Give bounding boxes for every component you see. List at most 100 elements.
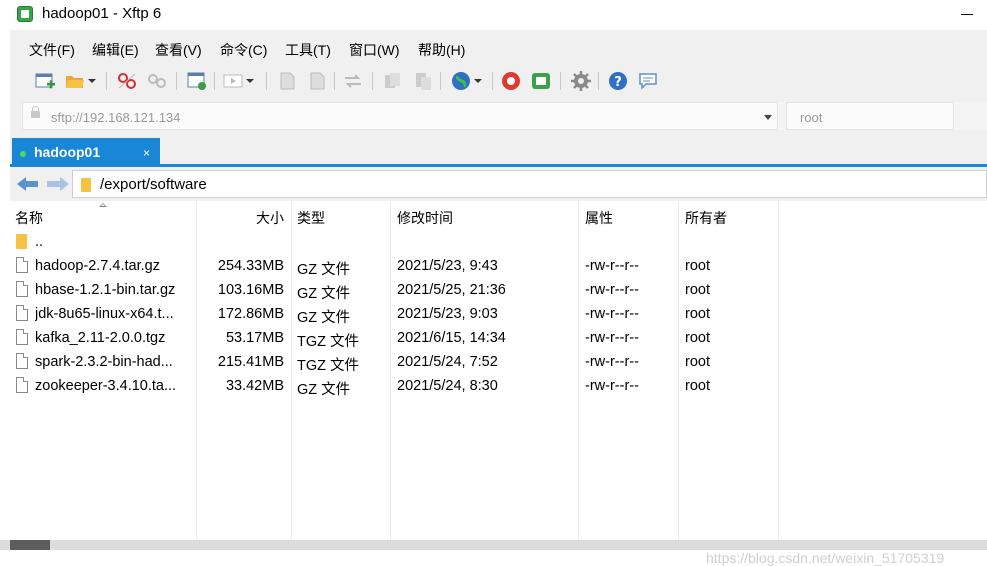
lock-icon [31,106,40,118]
file-type: GZ 文件 [297,310,351,326]
toolbar-separator [492,72,493,90]
column-header-modified[interactable]: 修改时间 [397,208,453,228]
file-modified: 2021/5/25, 21:36 [397,282,506,298]
status-bar [0,540,987,550]
back-arrow-icon[interactable] [17,177,39,191]
file-owner: root [685,378,710,394]
username-input[interactable]: root [786,102,954,130]
file-icon [16,353,28,369]
sync-icon[interactable] [342,70,364,92]
watermark-text: https://blog.csdn.net/weixin_51705319 [706,550,945,566]
file-row[interactable]: kafka_2.11-2.0.0.tgz 53.17MB TGZ 文件 2021/6/… [10,326,987,350]
file-row[interactable]: .. [10,230,987,254]
close-icon[interactable]: × [143,146,150,160]
file-attributes: -rw-r--r-- [585,354,639,370]
minimize-button[interactable] [955,0,987,30]
file-modified: 2021/5/23, 9:43 [397,258,498,274]
file-icon [16,305,28,321]
forward-arrow-icon[interactable] [47,177,69,191]
file-modified: 2021/5/24, 8:30 [397,378,498,394]
file-name: .. [35,234,44,250]
menu-help[interactable]: 帮助(H) [418,40,465,60]
username-text: root [800,110,823,125]
file-row[interactable]: zookeeper-3.4.10.ta... 33.42MB GZ 文件 2021/5… [10,374,987,398]
file-size: 172.86MB [217,306,284,322]
upload-icon[interactable] [276,70,298,92]
file-attributes: -rw-r--r-- [585,306,639,322]
menu-file[interactable]: 文件(F) [29,40,75,60]
file-size: 33.42MB [225,378,284,394]
file-modified: 2021/6/15, 14:34 [397,330,506,346]
column-header-name[interactable]: 名称 [15,208,43,228]
session-tabs: hadoop01 × [10,135,987,167]
connection-status-icon [20,151,26,157]
toolbar-separator [176,72,177,90]
sort-ascending-icon [99,203,107,208]
file-size: 254.33MB [217,258,284,274]
tab-hadoop01[interactable]: hadoop01 × [12,138,160,167]
file-type: TGZ 文件 [297,334,360,350]
properties-icon[interactable] [186,70,208,92]
toolbar-separator [214,72,215,90]
transfer-icon[interactable] [222,70,254,92]
file-size: 53.17MB [225,330,284,346]
file-row[interactable]: hadoop-2.7.4.tar.gz 254.33MB GZ 文件 2021/5/2… [10,254,987,278]
file-owner: root [685,258,710,274]
copy-icon[interactable] [382,70,404,92]
paste-icon[interactable] [412,70,434,92]
column-header-type[interactable]: 类型 [297,208,325,228]
file-attributes: -rw-r--r-- [585,378,639,394]
file-owner: root [685,306,710,322]
new-session-icon[interactable] [34,70,56,92]
file-owner: root [685,282,710,298]
menu-tools[interactable]: 工具(T) [285,40,331,60]
folder-icon [81,178,91,192]
xshell-icon[interactable] [500,70,522,92]
tab-label: hadoop01 [34,144,101,160]
gear-icon[interactable] [570,70,592,92]
file-owner: root [685,330,710,346]
file-icon [16,329,28,345]
file-row[interactable]: jdk-8u65-linux-x64.t... 172.86MB GZ 文件 2021… [10,302,987,326]
column-header-attributes[interactable]: 属性 [585,208,613,228]
host-address-text: sftp://192.168.121.134 [51,110,181,125]
chevron-down-icon[interactable] [764,115,772,120]
xftp-icon[interactable] [530,70,552,92]
chat-icon[interactable] [637,70,659,92]
file-size: 103.16MB [217,282,284,298]
file-row[interactable]: hbase-1.2.1-bin.tar.gz 103.16MB GZ 文件 2021/… [10,278,987,302]
host-address-input[interactable]: sftp://192.168.121.134 [22,102,778,130]
file-list: 名称 大小 类型 修改时间 属性 所有者 .. hadoop-2.7.4.tar.… [10,201,987,566]
path-bar: /export/software [10,167,987,201]
column-header-owner[interactable]: 所有者 [685,208,727,228]
link-icon[interactable] [146,70,168,92]
download-icon[interactable] [306,70,328,92]
file-attributes: -rw-r--r-- [585,330,639,346]
menu-command[interactable]: 命令(C) [220,40,267,60]
address-bar: sftp://192.168.121.134 root [22,102,987,130]
toolbar: ? [10,66,987,96]
path-input[interactable]: /export/software [72,170,987,198]
toolbar-separator [560,72,561,90]
disconnect-icon[interactable] [116,70,138,92]
file-name: kafka_2.11-2.0.0.tgz [35,330,166,346]
file-size: 215.41MB [217,354,284,370]
toolbar-separator [598,72,599,90]
menu-edit[interactable]: 编辑(E) [92,40,139,60]
column-header-size[interactable]: 大小 [190,208,284,228]
path-text: /export/software [100,176,207,193]
file-name: hbase-1.2.1-bin.tar.gz [35,282,176,298]
open-folder-icon[interactable] [64,70,96,92]
globe-icon[interactable] [450,70,482,92]
file-name: zookeeper-3.4.10.ta... [35,378,177,394]
help-icon[interactable]: ? [607,70,629,92]
menu-view[interactable]: 查看(V) [155,40,202,60]
file-icon [16,377,28,393]
toolbar-separator [372,72,373,90]
status-tab [10,540,50,550]
menu-window[interactable]: 窗口(W) [349,40,400,60]
file-row[interactable]: spark-2.3.2-bin-had... 215.41MB TGZ 文件 2021… [10,350,987,374]
file-attributes: -rw-r--r-- [585,282,639,298]
main-window: 文件(F) 编辑(E) 查看(V) 命令(C) 工具(T) 窗口(W) 帮助(H… [10,30,987,566]
file-type: TGZ 文件 [297,358,360,374]
